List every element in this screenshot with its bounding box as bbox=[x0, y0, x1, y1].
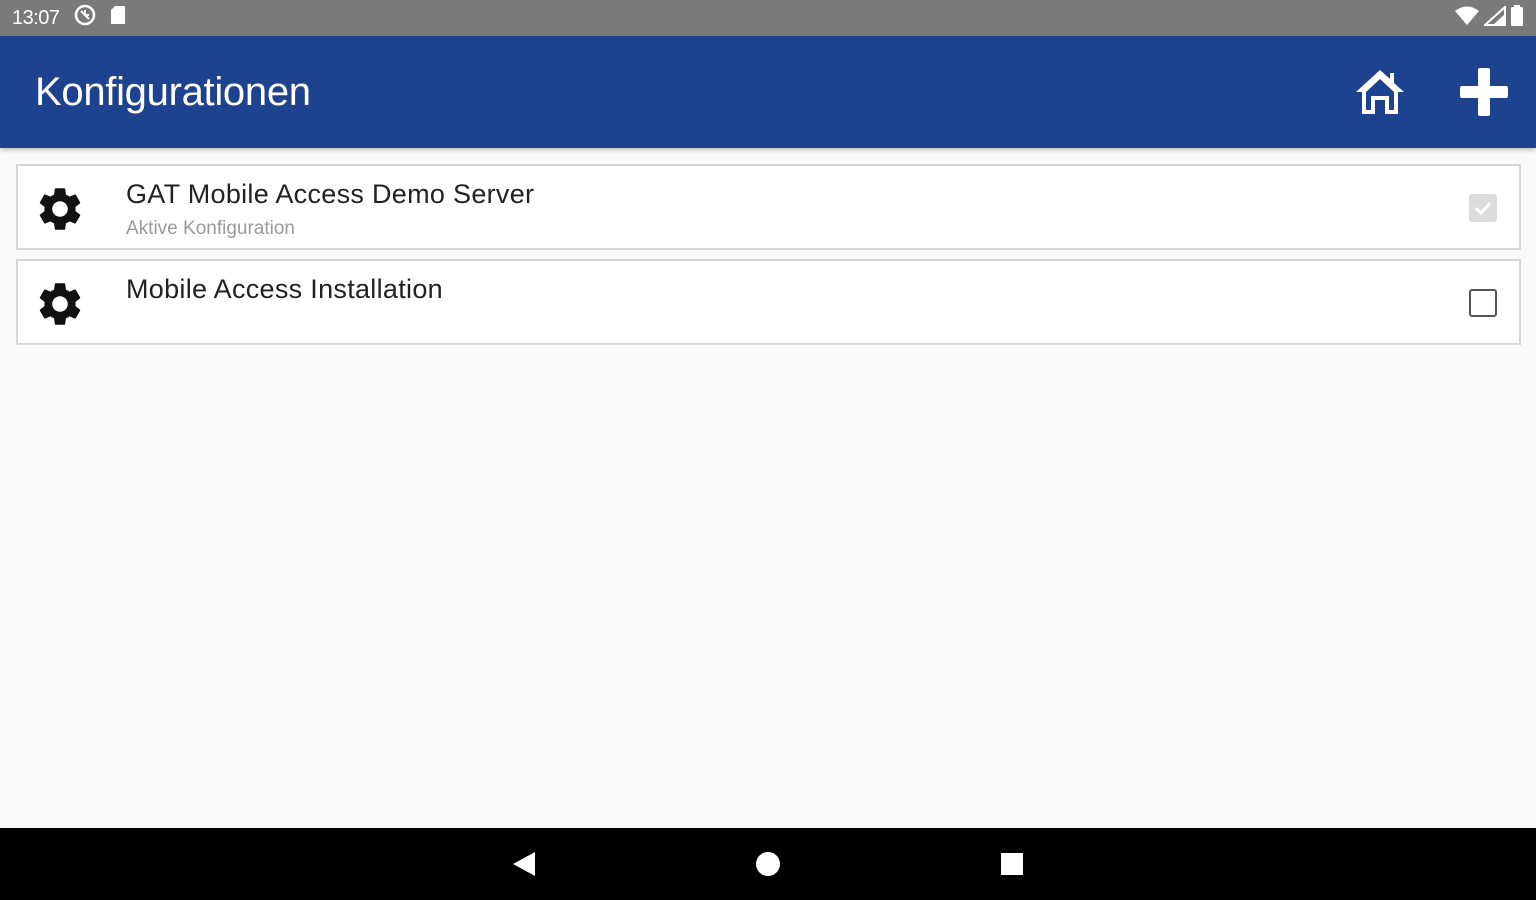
signal-icon bbox=[1482, 4, 1506, 31]
status-time: 13:07 bbox=[12, 6, 60, 29]
status-right bbox=[1454, 4, 1524, 32]
configuration-title: GAT Mobile Access Demo Server bbox=[126, 179, 535, 209]
gear-icon bbox=[39, 188, 81, 230]
vpn-circle-icon bbox=[74, 4, 96, 32]
check-icon bbox=[1474, 201, 1492, 216]
home-circle-icon bbox=[756, 852, 780, 876]
app-bar-actions bbox=[1328, 36, 1536, 148]
home-icon bbox=[1356, 70, 1404, 114]
active-checkbox[interactable] bbox=[1469, 194, 1497, 222]
recents-button[interactable] bbox=[988, 840, 1036, 888]
configuration-list: GAT Mobile Access Demo Server Aktive Kon… bbox=[16, 164, 1521, 354]
home-nav-button[interactable] bbox=[744, 840, 792, 888]
recents-icon bbox=[1001, 853, 1023, 875]
app-bar: Konfigurationen bbox=[0, 36, 1536, 148]
active-checkbox[interactable] bbox=[1469, 289, 1497, 317]
add-button[interactable] bbox=[1432, 36, 1536, 148]
battery-icon bbox=[1510, 4, 1524, 32]
add-icon bbox=[1460, 68, 1508, 116]
configuration-item[interactable]: GAT Mobile Access Demo Server Aktive Kon… bbox=[16, 164, 1521, 250]
configuration-subtitle: Aktive Konfiguration bbox=[126, 218, 295, 239]
configuration-item[interactable]: Mobile Access Installation bbox=[16, 259, 1521, 345]
configuration-title: Mobile Access Installation bbox=[126, 274, 443, 304]
gear-icon bbox=[39, 283, 81, 325]
home-button[interactable] bbox=[1328, 36, 1432, 148]
sd-card-icon bbox=[110, 5, 126, 31]
back-icon bbox=[513, 852, 535, 876]
wifi-icon bbox=[1454, 6, 1480, 31]
navigation-bar bbox=[0, 828, 1536, 900]
page-title: Konfigurationen bbox=[35, 69, 311, 114]
status-bar: 13:07 bbox=[0, 0, 1536, 36]
back-button[interactable] bbox=[500, 840, 548, 888]
status-left: 13:07 bbox=[12, 4, 126, 32]
